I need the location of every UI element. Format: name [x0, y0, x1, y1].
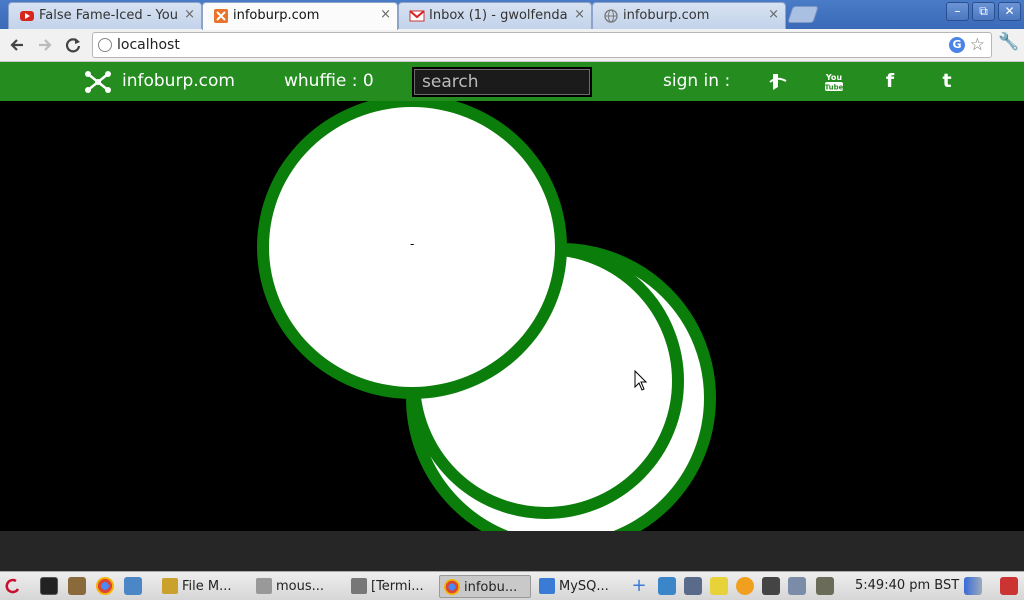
folder-icon — [162, 578, 178, 594]
mouse-cursor-icon — [634, 370, 648, 391]
page-info-icon[interactable] — [98, 38, 112, 52]
terminal-launcher-icon[interactable] — [40, 577, 58, 595]
taskbar-task-file-manager[interactable]: File M... — [158, 575, 248, 598]
url-text[interactable]: localhost — [117, 37, 180, 53]
task-label: File M... — [182, 579, 232, 594]
bookmark-star-icon[interactable]: ☆ — [970, 35, 985, 55]
openid-icon[interactable] — [764, 68, 790, 94]
tab-title: infoburp.com — [623, 8, 710, 23]
whuffie-score: whuffie : 0 — [284, 71, 374, 91]
paint-launcher-icon[interactable] — [68, 577, 86, 595]
chrome-launcher-icon[interactable] — [96, 577, 114, 595]
terminal-icon — [351, 578, 367, 594]
infoburp-logo-icon[interactable] — [84, 70, 112, 94]
svg-text:Tube: Tube — [825, 84, 844, 92]
notes-tray-icon[interactable] — [710, 577, 728, 595]
browser-toolbar: localhost G ☆ 🔧 — [0, 29, 1024, 62]
desktop-taskbar: File M... mous... [Termi... infobu... My… — [0, 571, 1024, 600]
close-window-button[interactable]: ✕ — [998, 2, 1021, 21]
tab-gmail[interactable]: Inbox (1) - gwolfendale@ × — [398, 2, 592, 29]
updates-tray-icon[interactable] — [736, 577, 754, 595]
display-tray-icon[interactable] — [762, 577, 780, 595]
bubble-node-front[interactable]: - — [257, 101, 567, 399]
sign-in-label: sign in : — [663, 71, 731, 91]
signal-tray-icon[interactable] — [964, 577, 982, 595]
new-tab-button[interactable] — [787, 6, 819, 23]
close-icon[interactable]: × — [380, 7, 391, 22]
taskbar-task-terminal[interactable]: [Termi... — [347, 575, 435, 598]
devices-tray-icon[interactable] — [788, 577, 806, 595]
taskbar-task-mysql[interactable]: MySQ... — [535, 575, 621, 598]
back-button[interactable] — [6, 34, 28, 56]
mysql-icon — [539, 578, 555, 594]
tab-infoburp-2[interactable]: infoburp.com × — [592, 2, 786, 29]
task-label: MySQ... — [559, 579, 609, 594]
tab-title: Inbox (1) - gwolfendale@ — [429, 8, 567, 23]
svg-text:You: You — [825, 73, 843, 82]
globe-icon — [603, 8, 619, 24]
close-icon[interactable]: × — [184, 7, 195, 22]
chrome-icon — [444, 579, 460, 595]
youtube-icon[interactable]: You Tube — [821, 68, 847, 94]
reload-icon — [65, 38, 81, 53]
gmail-icon — [409, 8, 425, 24]
screen: False Fame-Iced - YouTube × infoburp.com… — [0, 0, 1024, 600]
bubble-text: - — [410, 237, 415, 251]
youtube-icon — [19, 8, 35, 24]
taskbar-task-mouse[interactable]: mous... — [252, 575, 342, 598]
google-search-icon[interactable]: G — [949, 37, 965, 53]
tumblr-icon[interactable]: t — [934, 68, 960, 94]
site-icon — [213, 8, 229, 24]
refresh-launcher-icon[interactable] — [124, 577, 142, 595]
network-tray-icon[interactable] — [684, 577, 702, 595]
forward-arrow-icon — [39, 39, 52, 51]
tab-title: infoburp.com — [233, 8, 320, 23]
task-label: infobu... — [464, 580, 518, 595]
facebook-icon[interactable]: f — [877, 68, 903, 94]
clock[interactable]: 5:49:40 pm BST — [855, 578, 959, 593]
tab-infoburp-active[interactable]: infoburp.com × — [202, 2, 398, 30]
app-icon — [256, 578, 272, 594]
close-icon[interactable]: × — [768, 7, 779, 22]
add-icon[interactable]: + — [630, 577, 648, 595]
address-bar[interactable]: localhost G ☆ — [92, 32, 992, 58]
page-footer-band — [0, 531, 1024, 571]
tab-title: False Fame-Iced - YouTube — [39, 8, 177, 23]
bubble-canvas[interactable]: - — [0, 101, 1024, 531]
debian-menu-icon[interactable] — [4, 577, 22, 595]
taskbar-task-infoburp[interactable]: infobu... — [439, 575, 531, 598]
reload-button[interactable] — [62, 34, 84, 56]
browser-tab-strip: False Fame-Iced - YouTube × infoburp.com… — [0, 0, 1024, 30]
task-label: mous... — [276, 579, 325, 594]
forward-button[interactable] — [34, 34, 56, 56]
close-icon[interactable]: × — [574, 7, 585, 22]
logout-icon[interactable] — [1000, 577, 1018, 595]
dropbox-tray-icon[interactable] — [658, 577, 676, 595]
task-label: [Termi... — [371, 579, 424, 594]
site-name-link[interactable]: infoburp.com — [122, 71, 235, 91]
tab-youtube[interactable]: False Fame-Iced - YouTube × — [8, 2, 202, 29]
site-header: infoburp.com whuffie : 0 search sign in … — [0, 62, 1024, 101]
restore-button[interactable]: ⧉ — [972, 2, 995, 21]
minimize-button[interactable]: – — [946, 2, 969, 21]
screen-tray-icon[interactable] — [816, 577, 834, 595]
search-input[interactable]: search — [412, 67, 592, 97]
back-arrow-icon — [10, 39, 23, 51]
wrench-menu-icon[interactable]: 🔧 — [998, 32, 1019, 52]
